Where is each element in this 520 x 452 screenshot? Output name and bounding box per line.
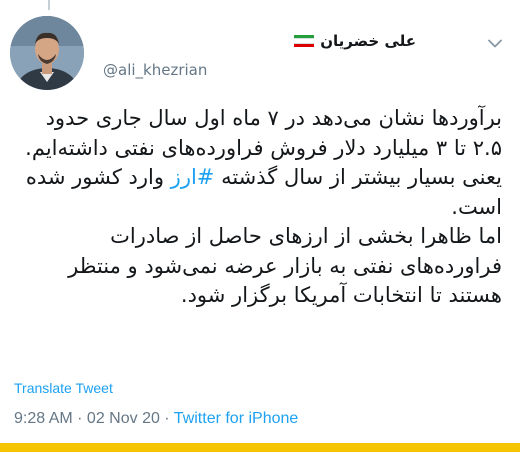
meta-separator: ·: [72, 410, 87, 427]
tweet-source-link[interactable]: Twitter for iPhone: [174, 410, 299, 427]
thread-connector-line: [48, 0, 50, 10]
avatar[interactable]: [10, 16, 84, 90]
iran-flag-icon: [294, 35, 315, 47]
tweet-text: برآوردها نشان می‌دهد در ۷ ماه اول سال جا…: [12, 104, 502, 311]
tweet-paragraph-1: برآوردها نشان می‌دهد در ۷ ماه اول سال جا…: [12, 104, 502, 222]
hashtag-link[interactable]: #ارز: [171, 165, 215, 189]
translate-tweet-link[interactable]: Translate Tweet: [14, 380, 113, 396]
meta-separator: ·: [159, 410, 174, 427]
tweet-date[interactable]: 02 Nov 20: [87, 410, 160, 427]
tweet-time[interactable]: 9:28 AM: [14, 410, 73, 427]
avatar-image: [10, 16, 84, 90]
tweet-menu-button[interactable]: [484, 32, 506, 54]
author-handle[interactable]: @ali_khezrian: [103, 61, 207, 79]
bottom-highlight-bar: [0, 443, 520, 452]
tweet-paragraph-2: اما ظاهرا بخشی از ارزهای حاصل از صادرات …: [68, 224, 502, 307]
author-name-row[interactable]: علی خضریان: [294, 32, 416, 50]
tweet-meta: 9:28 AM · 02 Nov 20 · Twitter for iPhone: [14, 410, 298, 428]
author-display-name[interactable]: علی خضریان: [320, 32, 416, 50]
chevron-down-icon: [488, 39, 502, 47]
